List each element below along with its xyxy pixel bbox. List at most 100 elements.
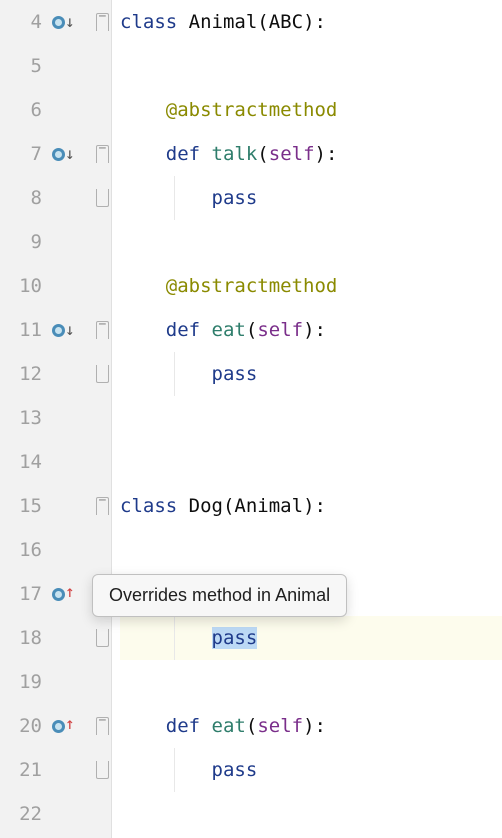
code-text: class Animal(ABC): bbox=[120, 11, 326, 33]
has-implementations-icon[interactable]: ↓ bbox=[52, 321, 70, 339]
fold-collapse-icon[interactable] bbox=[96, 321, 109, 339]
fold-column bbox=[93, 616, 111, 660]
line-number[interactable]: 13 bbox=[0, 407, 42, 429]
has-implementations-icon[interactable]: ↓ bbox=[52, 145, 70, 163]
code-area[interactable]: class Animal(ABC): @abstractmethod def t… bbox=[112, 0, 502, 838]
code-line[interactable]: def talk(self): bbox=[120, 132, 502, 176]
code-line[interactable]: pass bbox=[120, 748, 502, 792]
line-number[interactable]: 18 bbox=[0, 627, 42, 649]
token: ): bbox=[303, 319, 326, 341]
gutter-row: 18 bbox=[0, 616, 111, 660]
line-number[interactable]: 20 bbox=[0, 715, 42, 737]
line-number[interactable]: 9 bbox=[0, 231, 42, 253]
token: ( bbox=[257, 11, 268, 33]
gutter-row: 13 bbox=[0, 396, 111, 440]
code-line[interactable]: @abstractmethod bbox=[120, 88, 502, 132]
code-line[interactable]: class Animal(ABC): bbox=[120, 0, 502, 44]
code-line[interactable]: class Dog(Animal): bbox=[120, 484, 502, 528]
gutter-row: 6 bbox=[0, 88, 111, 132]
code-line[interactable] bbox=[120, 440, 502, 484]
code-line[interactable] bbox=[120, 220, 502, 264]
line-number[interactable]: 8 bbox=[0, 187, 42, 209]
token: ABC bbox=[269, 11, 303, 33]
gutter-icons: ↑ bbox=[52, 585, 70, 603]
code-line[interactable]: def eat(self): bbox=[120, 308, 502, 352]
indent-guide bbox=[174, 748, 175, 792]
token: ): bbox=[315, 143, 338, 165]
gutter-row: 10 bbox=[0, 264, 111, 308]
fold-column bbox=[93, 396, 111, 440]
code-line[interactable]: def eat(self): bbox=[120, 704, 502, 748]
gutter-row: 11 ↓ bbox=[0, 308, 111, 352]
line-number[interactable]: 15 bbox=[0, 495, 42, 517]
fold-column bbox=[93, 792, 111, 836]
fold-collapse-icon[interactable] bbox=[96, 145, 109, 163]
code-line[interactable]: @abstractmethod bbox=[120, 264, 502, 308]
fold-column bbox=[93, 704, 111, 748]
gutter-row: 9 bbox=[0, 220, 111, 264]
fold-end-icon[interactable] bbox=[96, 189, 109, 207]
token: self bbox=[257, 319, 303, 341]
code-line[interactable]: pass bbox=[120, 176, 502, 220]
line-number[interactable]: 7 bbox=[0, 143, 42, 165]
token: self bbox=[257, 715, 303, 737]
code-text: def eat(self): bbox=[120, 715, 326, 737]
token: ( bbox=[246, 319, 257, 341]
fold-end-icon[interactable] bbox=[96, 629, 109, 647]
line-number[interactable]: 11 bbox=[0, 319, 42, 341]
code-line[interactable] bbox=[120, 792, 502, 836]
gutter-icons: ↓ bbox=[52, 145, 70, 163]
fold-column bbox=[93, 528, 111, 572]
line-number[interactable]: 21 bbox=[0, 759, 42, 781]
indent-guide bbox=[174, 352, 175, 396]
gutter-row: 16 bbox=[0, 528, 111, 572]
code-text: pass bbox=[120, 627, 257, 649]
fold-column bbox=[93, 352, 111, 396]
gutter-row: 7↓ bbox=[0, 132, 111, 176]
overrides-method-icon[interactable]: ↑ bbox=[52, 585, 70, 603]
fold-column bbox=[93, 132, 111, 176]
token: class bbox=[120, 11, 189, 33]
token: ): bbox=[303, 495, 326, 517]
line-number[interactable]: 14 bbox=[0, 451, 42, 473]
line-number[interactable]: 17 bbox=[0, 583, 42, 605]
fold-column bbox=[93, 440, 111, 484]
line-number[interactable]: 19 bbox=[0, 671, 42, 693]
tooltip-text: Overrides method in Animal bbox=[109, 585, 330, 605]
code-text: @abstractmethod bbox=[120, 99, 337, 121]
token: ( bbox=[257, 143, 268, 165]
token: eat bbox=[212, 715, 246, 737]
fold-collapse-icon[interactable] bbox=[96, 497, 109, 515]
gutter-row: 14 bbox=[0, 440, 111, 484]
line-number[interactable]: 16 bbox=[0, 539, 42, 561]
fold-column bbox=[93, 44, 111, 88]
line-number[interactable]: 12 bbox=[0, 363, 42, 385]
token: talk bbox=[212, 143, 258, 165]
line-number[interactable]: 4 bbox=[0, 11, 42, 33]
gutter-row: 19 bbox=[0, 660, 111, 704]
fold-column bbox=[93, 0, 111, 44]
fold-collapse-icon[interactable] bbox=[96, 717, 109, 735]
line-number[interactable]: 10 bbox=[0, 275, 42, 297]
indent-guide bbox=[174, 616, 175, 660]
has-implementations-icon[interactable]: ↓ bbox=[52, 13, 70, 31]
code-line[interactable]: pass bbox=[120, 352, 502, 396]
code-line[interactable] bbox=[120, 44, 502, 88]
code-line[interactable] bbox=[120, 660, 502, 704]
line-number[interactable]: 6 bbox=[0, 99, 42, 121]
token: ( bbox=[246, 715, 257, 737]
code-line[interactable]: pass bbox=[120, 616, 502, 660]
code-line[interactable] bbox=[120, 528, 502, 572]
code-text: pass bbox=[120, 187, 257, 209]
line-number[interactable]: 22 bbox=[0, 803, 42, 825]
line-number[interactable]: 5 bbox=[0, 55, 42, 77]
code-text: pass bbox=[120, 759, 257, 781]
fold-collapse-icon[interactable] bbox=[96, 13, 109, 31]
gutter-icons: ↑ bbox=[52, 717, 70, 735]
fold-end-icon[interactable] bbox=[96, 365, 109, 383]
gutter-icons: ↓ bbox=[52, 321, 70, 339]
token: eat bbox=[212, 319, 246, 341]
overrides-method-icon[interactable]: ↑ bbox=[52, 717, 70, 735]
fold-end-icon[interactable] bbox=[96, 761, 109, 779]
code-line[interactable] bbox=[120, 396, 502, 440]
